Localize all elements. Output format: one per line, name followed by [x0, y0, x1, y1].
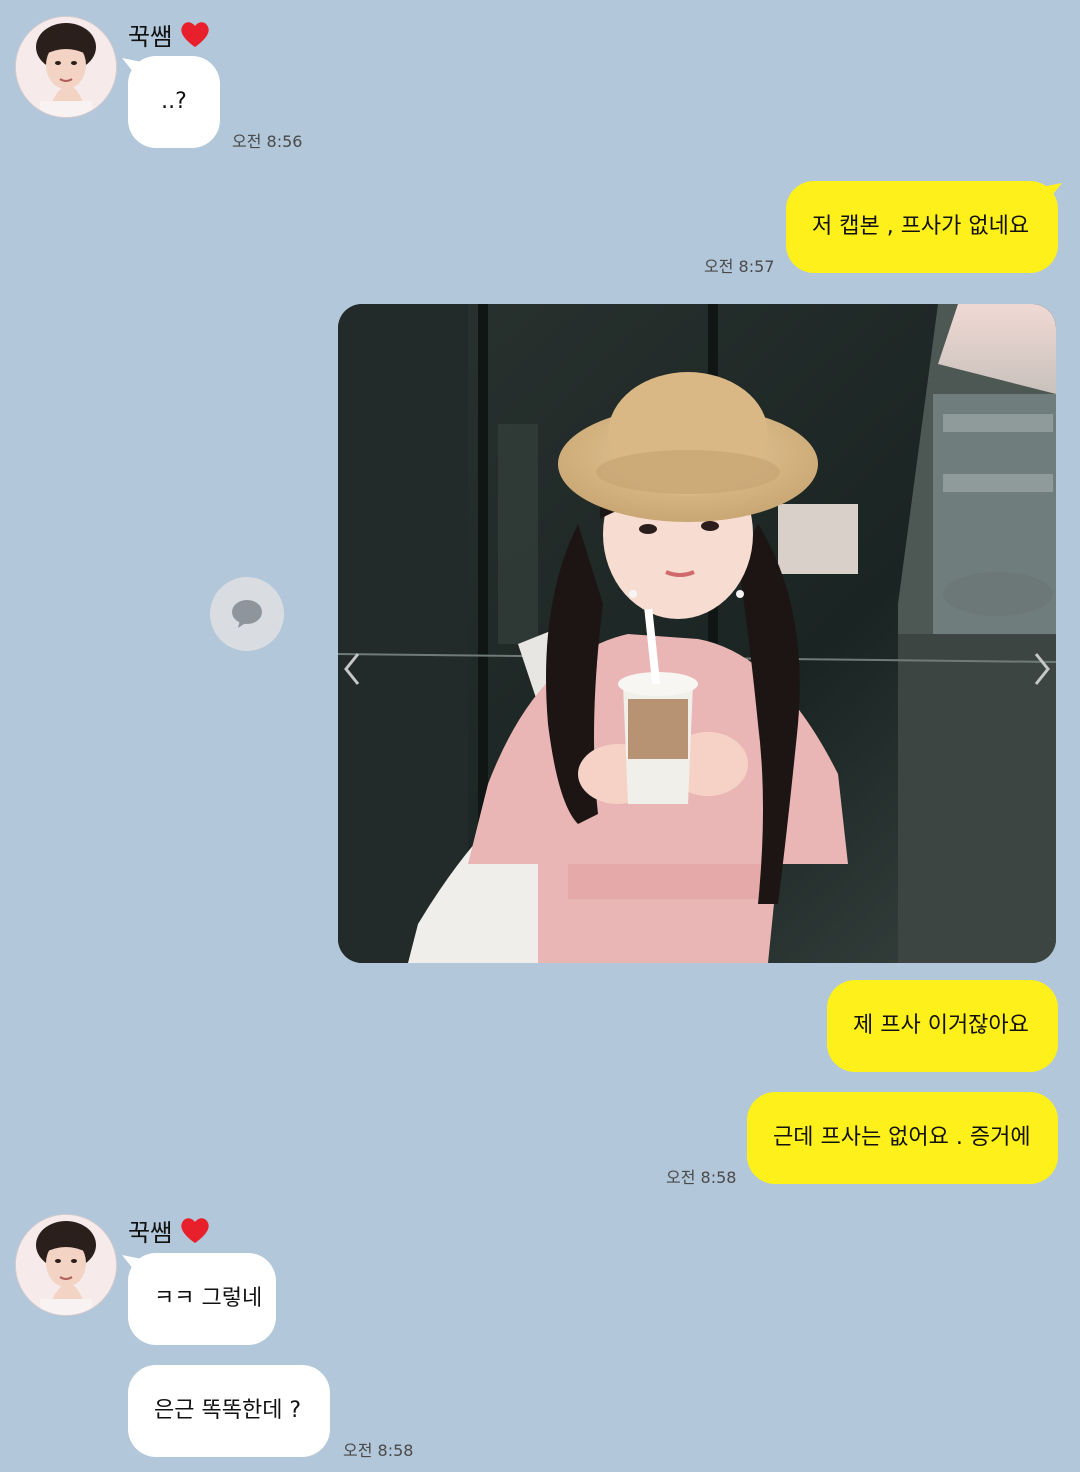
- sender-name: 꾹쌤: [128, 22, 173, 51]
- message-time: 오전 8:56: [232, 132, 303, 151]
- message-time: 오전 8:58: [343, 1441, 414, 1460]
- sender-avatar[interactable]: [15, 1214, 117, 1316]
- incoming-message[interactable]: ..?: [128, 56, 220, 148]
- sender-name-row: 꾹쌤: [128, 1212, 210, 1248]
- incoming-message[interactable]: 은근 똑똑한데 ?: [128, 1365, 330, 1457]
- incoming-message[interactable]: ㅋㅋ 그렇네: [128, 1253, 276, 1345]
- heart-icon: [181, 22, 209, 47]
- bubble-tail: [1042, 183, 1062, 203]
- message-time: 오전 8:57: [704, 257, 775, 276]
- heart-icon: [181, 1218, 209, 1243]
- message-time: 오전 8:58: [666, 1168, 737, 1187]
- share-button[interactable]: [210, 577, 284, 651]
- outgoing-message[interactable]: 제 프사 이거잖아요: [827, 980, 1058, 1072]
- speech-bubble-icon: [232, 600, 262, 628]
- sender-name-row: 꾹쌤: [128, 16, 210, 52]
- shared-photo[interactable]: [338, 304, 1056, 963]
- outgoing-message[interactable]: 근데 프사는 없어요 . 증거에: [747, 1092, 1058, 1184]
- outgoing-message[interactable]: 저 캡본 , 프사가 없네요: [786, 181, 1058, 273]
- sender-avatar[interactable]: [15, 16, 117, 118]
- sender-name: 꾹쌤: [128, 1218, 173, 1247]
